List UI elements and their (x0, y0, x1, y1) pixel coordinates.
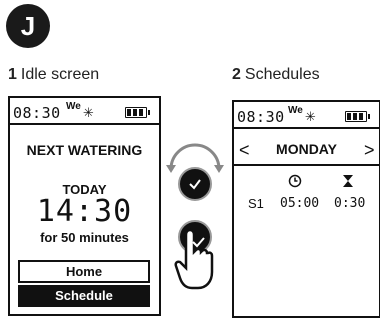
section-badge: J (6, 4, 50, 48)
hourglass-icon (343, 175, 353, 187)
idle-screen: 08:30 We ✳ NEXT WATERING TODAY 14:30 for… (8, 96, 161, 316)
caption-schedules: 2 Schedules (232, 66, 320, 84)
schedule-start: 05:00 (280, 196, 320, 211)
battery-icon (125, 107, 150, 118)
schedule-duration: 0:30 (334, 196, 366, 211)
status-divider (10, 123, 159, 125)
watering-duration: for 50 minutes (40, 230, 129, 245)
caption-text: Schedules (244, 66, 320, 83)
schedule-button[interactable]: Schedule (18, 285, 150, 307)
status-time: 08:30 (13, 104, 61, 122)
battery-icon (345, 111, 370, 122)
schedules-screen: 08:30 We ✳ < MONDAY > S1 05:00 0:30 (232, 100, 380, 318)
check-icon (189, 179, 201, 190)
sun-icon: ✳ (305, 109, 316, 124)
ok-button[interactable] (178, 167, 212, 201)
caption-number: 2 (232, 66, 241, 83)
status-time: 08:30 (237, 108, 285, 126)
next-watering-heading: NEXT WATERING (26, 142, 143, 158)
status-day: We (66, 101, 81, 112)
home-button[interactable]: Home (18, 260, 150, 283)
caption-number: 1 (8, 66, 17, 83)
schedule-id: S1 (248, 196, 264, 211)
caption-text: Idle screen (20, 66, 100, 83)
sun-icon: ✳ (83, 105, 94, 120)
day-divider (234, 164, 379, 166)
next-day-arrow[interactable]: > (364, 140, 375, 161)
status-divider (234, 127, 379, 129)
caption-idle-screen: 1 Idle screen (8, 66, 99, 84)
day-name: MONDAY (276, 141, 337, 157)
clock-icon (288, 174, 302, 188)
status-day: We (288, 105, 303, 116)
hand-press-icon (174, 228, 214, 290)
watering-start-time: 14:30 (36, 194, 133, 229)
